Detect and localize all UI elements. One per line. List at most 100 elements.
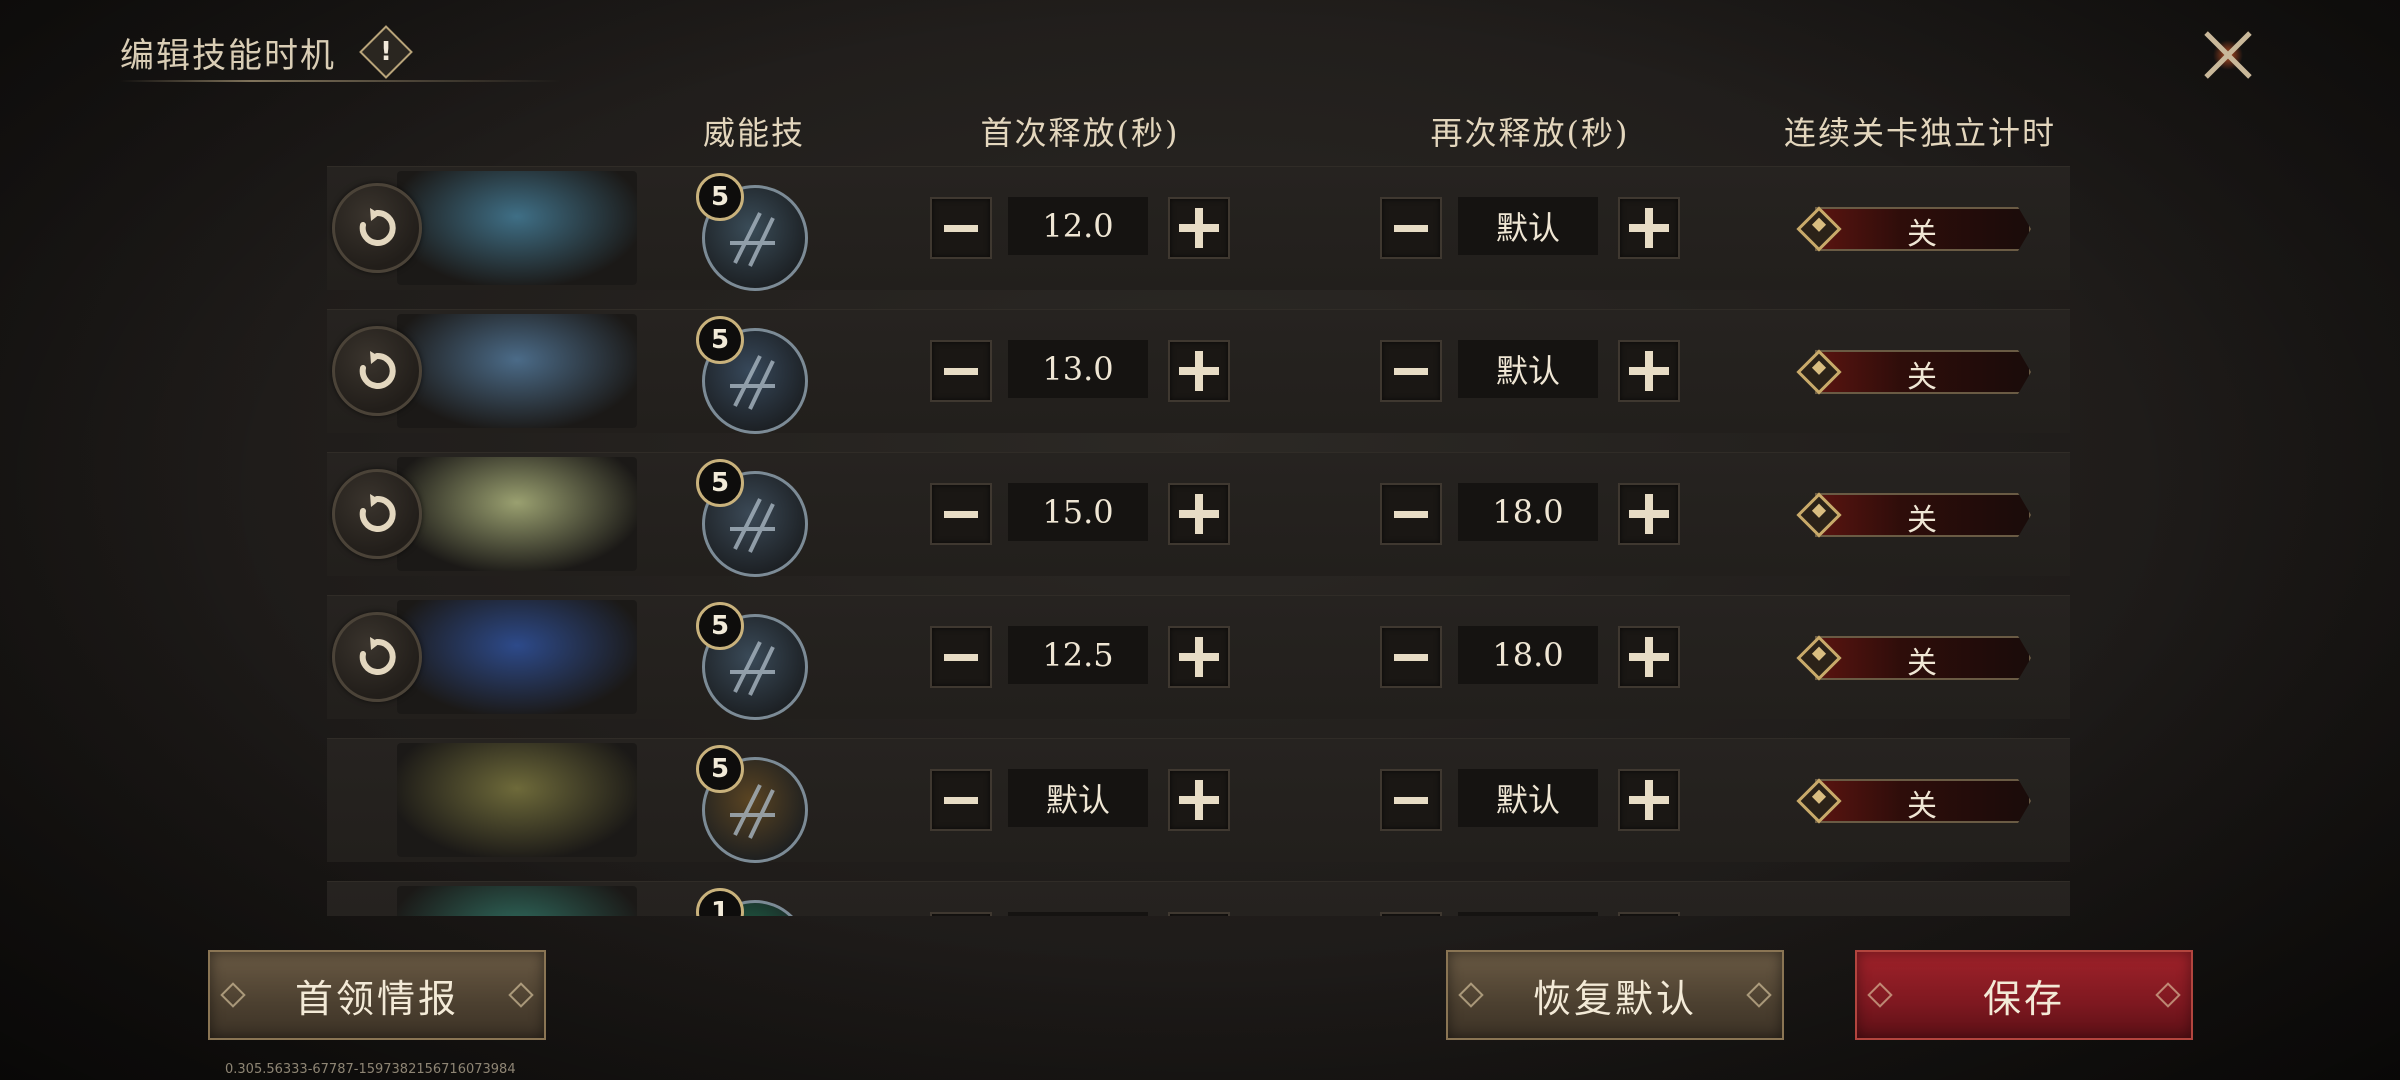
skill-level-badge: 5 <box>696 173 744 221</box>
continuous-timer-toggle[interactable]: 关 <box>1796 348 2041 395</box>
reset-row-button[interactable] <box>332 183 422 273</box>
restore-default-button[interactable]: 恢复默认 <box>1446 950 1784 1040</box>
deco-diamond-icon <box>1746 982 1772 1008</box>
first-cast-increase-button[interactable] <box>1168 483 1230 545</box>
recast-increase-button[interactable] <box>1618 626 1680 688</box>
boss-info-button[interactable]: 首领情报 <box>208 950 546 1040</box>
reset-icon <box>359 637 396 675</box>
hero-portrait <box>397 600 637 714</box>
recast-increase-button[interactable] <box>1618 197 1680 259</box>
minus-icon <box>1394 510 1428 518</box>
reset-icon <box>359 494 396 532</box>
first-cast-decrease-button[interactable] <box>930 912 992 916</box>
hero-portrait <box>397 314 637 428</box>
hero-portrait <box>397 886 637 916</box>
plus-icon <box>1629 780 1669 820</box>
recast-value: 默认 <box>1458 340 1598 398</box>
header-skill: 威能技 <box>702 114 806 152</box>
plus-icon <box>1179 494 1219 534</box>
continuous-timer-toggle[interactable]: 关 <box>1796 634 2041 681</box>
recast-value <box>1458 912 1598 916</box>
first-cast-increase-button[interactable] <box>1168 912 1230 916</box>
deco-diamond-icon <box>220 982 246 1008</box>
first-cast-decrease-button[interactable] <box>930 197 992 259</box>
plus-icon <box>1179 351 1219 391</box>
skill-icon[interactable]: 1 <box>696 888 808 916</box>
skill-level-badge: 1 <box>696 888 744 916</box>
title-bar: 编辑技能时机 ! <box>120 22 560 82</box>
skill-icon[interactable]: 5 <box>696 602 808 720</box>
first-cast-increase-button[interactable] <box>1168 769 1230 831</box>
first-cast-decrease-button[interactable] <box>930 769 992 831</box>
skill-row: 5 默认 默认 关 <box>327 738 2070 863</box>
plus-icon <box>1629 494 1669 534</box>
deco-diamond-icon <box>1458 982 1484 1008</box>
toggle-state: 关 <box>1907 789 1937 824</box>
skill-timing-list[interactable]: 5 12.0 默认关 5 13.0 默认关 5 15.0 18.0 关 5 12.5 18.0 关 5 默认默… <box>327 166 2070 916</box>
continuous-timer-toggle[interactable]: 关 <box>1796 491 2041 538</box>
first-cast-value: 12.0 <box>1008 197 1148 255</box>
first-cast-value: 默认 <box>1008 769 1148 827</box>
first-cast-value <box>1008 912 1148 916</box>
recast-decrease-button[interactable] <box>1380 912 1442 916</box>
deco-diamond-icon <box>508 982 534 1008</box>
skill-level-badge: 5 <box>696 745 744 793</box>
reset-row-button[interactable] <box>332 326 422 416</box>
recast-increase-button[interactable] <box>1618 483 1680 545</box>
hero-portrait <box>397 171 637 285</box>
skill-level-badge: 5 <box>696 316 744 364</box>
toggle-state: 关 <box>1907 217 1937 252</box>
version-text: 0.305.56333-67787-1597382156716073984 <box>225 1062 516 1077</box>
recast-decrease-button[interactable] <box>1380 340 1442 402</box>
first-cast-decrease-button[interactable] <box>930 626 992 688</box>
skill-level-badge: 5 <box>696 459 744 507</box>
save-button[interactable]: 保存 <box>1855 950 2193 1040</box>
minus-icon <box>944 367 978 375</box>
recast-value: 18.0 <box>1458 626 1598 684</box>
recast-increase-button[interactable] <box>1618 769 1680 831</box>
plus-icon <box>1629 208 1669 248</box>
first-cast-increase-button[interactable] <box>1168 626 1230 688</box>
reset-icon <box>359 208 396 246</box>
first-cast-value: 15.0 <box>1008 483 1148 541</box>
page-title: 编辑技能时机 <box>120 35 336 76</box>
skill-icon[interactable]: 5 <box>696 459 808 577</box>
recast-decrease-button[interactable] <box>1380 626 1442 688</box>
first-cast-increase-button[interactable] <box>1168 197 1230 259</box>
continuous-timer-toggle[interactable]: 关 <box>1796 777 2041 824</box>
recast-decrease-button[interactable] <box>1380 197 1442 259</box>
plus-icon <box>1179 780 1219 820</box>
info-mark: ! <box>380 37 392 67</box>
first-cast-value: 12.5 <box>1008 626 1148 684</box>
hero-portrait <box>397 743 637 857</box>
plus-icon <box>1179 637 1219 677</box>
recast-value: 默认 <box>1458 769 1598 827</box>
recast-increase-button[interactable] <box>1618 912 1680 916</box>
minus-icon <box>944 653 978 661</box>
skill-icon[interactable]: 5 <box>696 316 808 434</box>
skill-icon[interactable]: 5 <box>696 745 808 863</box>
reset-row-button[interactable] <box>332 612 422 702</box>
skill-row: 1 <box>327 881 2070 916</box>
plus-icon <box>1179 208 1219 248</box>
first-cast-decrease-button[interactable] <box>930 340 992 402</box>
first-cast-increase-button[interactable] <box>1168 340 1230 402</box>
title-divider <box>120 80 560 82</box>
skill-icon[interactable]: 5 <box>696 173 808 291</box>
header-recast: 再次释放(秒) <box>1430 114 1630 152</box>
continuous-timer-toggle[interactable]: 关 <box>1796 205 2041 252</box>
deco-diamond-icon <box>2155 982 2181 1008</box>
recast-decrease-button[interactable] <box>1380 769 1442 831</box>
recast-increase-button[interactable] <box>1618 340 1680 402</box>
first-cast-decrease-button[interactable] <box>930 483 992 545</box>
header-continuous-timer: 连续关卡独立计时 <box>1783 114 2057 152</box>
recast-decrease-button[interactable] <box>1380 483 1442 545</box>
minus-icon <box>1394 653 1428 661</box>
reset-row-button[interactable] <box>332 469 422 559</box>
minus-icon <box>944 224 978 232</box>
toggle-state: 关 <box>1907 503 1937 538</box>
info-button[interactable]: ! <box>359 25 413 79</box>
recast-value: 18.0 <box>1458 483 1598 541</box>
close-button[interactable] <box>2195 22 2261 88</box>
skill-level-badge: 5 <box>696 602 744 650</box>
